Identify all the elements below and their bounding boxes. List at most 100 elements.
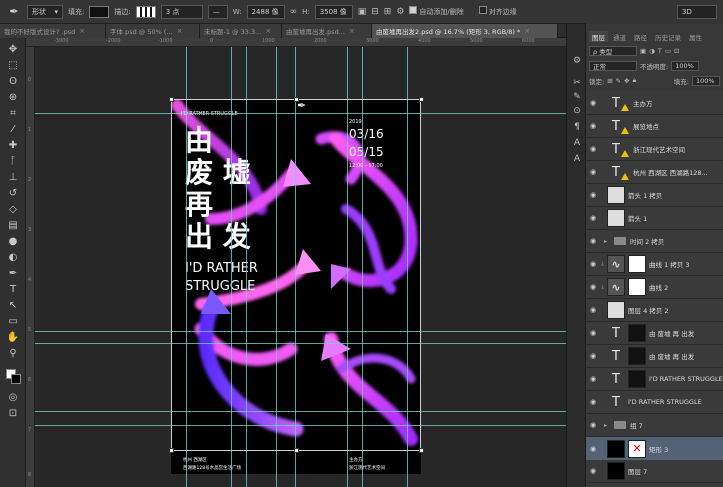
close-icon[interactable]: ×: [524, 27, 530, 35]
shape-tool-icon[interactable]: ▭: [5, 314, 21, 328]
move-tool-icon[interactable]: ✥: [5, 42, 21, 56]
visibility-eye-icon[interactable]: ◉: [586, 237, 600, 245]
stroke-style-dropdown[interactable]: —: [207, 4, 228, 19]
layer-row[interactable]: ◉ T 杭州 西湖区 西湖路128...: [586, 161, 723, 184]
canvas-area[interactable]: I'D RATHER STRUGGLE 由 废 墟 再 出 发 I'D RATH…: [35, 47, 566, 487]
width-field[interactable]: 2488 像: [246, 4, 285, 19]
quick-mask-icon[interactable]: ◎: [5, 390, 21, 404]
visibility-eye-icon[interactable]: ◉: [586, 168, 600, 176]
pen-tool-icon[interactable]: ✒: [5, 266, 21, 280]
layer-row[interactable]: ◉ ▸ 组 7: [586, 414, 723, 437]
close-icon[interactable]: ×: [177, 27, 183, 35]
fill-swatch[interactable]: [89, 5, 110, 18]
close-icon[interactable]: ×: [79, 27, 85, 35]
lock-move-icon[interactable]: ✥: [624, 77, 629, 85]
link-icon[interactable]: ∞: [290, 7, 298, 17]
blur-tool-icon[interactable]: ●: [5, 234, 21, 248]
brush-panel-icon[interactable]: ✎: [570, 90, 584, 104]
path-operations-icon[interactable]: ▣: [358, 7, 367, 17]
path-alignment-icon[interactable]: ⊟: [371, 7, 379, 17]
visibility-eye-icon[interactable]: ◉: [586, 191, 600, 199]
healing-tool-icon[interactable]: ✚: [5, 138, 21, 152]
anchor-handle[interactable]: [169, 448, 174, 453]
layer-mask-thumb[interactable]: [628, 347, 646, 365]
visibility-eye-icon[interactable]: ◉: [586, 421, 600, 429]
properties-panel-icon[interactable]: ⚙: [570, 54, 584, 68]
zoom-tool-icon[interactable]: ⚲: [5, 346, 21, 360]
workspace-dropdown[interactable]: 3D: [677, 5, 717, 19]
gear-icon[interactable]: ⚙: [396, 7, 404, 17]
align-edges-checkbox[interactable]: 对齐边缘: [478, 6, 517, 17]
fill-field[interactable]: 100%: [692, 75, 720, 86]
stamp-tool-icon[interactable]: ⊥: [5, 170, 21, 184]
tool-mode-dropdown[interactable]: 形状 ▾: [27, 4, 63, 19]
anchor-handle[interactable]: [419, 448, 424, 453]
tab-layers[interactable]: 图层: [589, 31, 608, 42]
layer-row[interactable]: ◉ T 展览地点: [586, 115, 723, 138]
visibility-eye-icon[interactable]: ◉: [586, 329, 600, 337]
glyph-icon[interactable]: A: [570, 152, 584, 166]
tab-3[interactable]: 由废墟再出发.psd... ×: [282, 24, 372, 38]
visibility-eye-icon[interactable]: ◉: [586, 260, 600, 268]
anchor-handle[interactable]: [419, 97, 424, 102]
pen-tool-icon[interactable]: ✒: [6, 4, 22, 20]
visibility-eye-icon[interactable]: ◉: [586, 467, 600, 475]
opacity-field[interactable]: 100%: [671, 60, 700, 71]
gradient-tool-icon[interactable]: ▤: [5, 218, 21, 232]
layer-row[interactable]: ◉ 图层 4 拷贝 2: [586, 299, 723, 322]
tab-channels[interactable]: 通道: [610, 31, 629, 42]
brush-tool-icon[interactable]: ᚪ: [5, 154, 21, 168]
layer-row[interactable]: ◉ 箭头 1: [586, 207, 723, 230]
tab-paths[interactable]: 路径: [631, 31, 650, 42]
hand-tool-icon[interactable]: ✋: [5, 330, 21, 344]
shape-path-outline[interactable]: [171, 99, 421, 451]
stroke-width-field[interactable]: 3 点: [160, 4, 203, 19]
close-icon[interactable]: ×: [349, 27, 355, 35]
visibility-eye-icon[interactable]: ◉: [586, 214, 600, 222]
layer-mask-thumb[interactable]: [628, 370, 646, 388]
layer-row[interactable]: ◉ ↓ ∿ 曲线 1 拷贝 3: [586, 253, 723, 276]
layer-row[interactable]: ◉ 箭头 1 拷贝: [586, 184, 723, 207]
tab-history[interactable]: 历史记录: [652, 31, 684, 42]
visibility-eye-icon[interactable]: ◉: [586, 375, 600, 383]
anchor-handle[interactable]: [169, 97, 174, 102]
lasso-tool-icon[interactable]: ʘ: [5, 74, 21, 88]
anchor-handle[interactable]: [294, 448, 299, 453]
visibility-eye-icon[interactable]: ◉: [586, 445, 600, 453]
stroke-swatch[interactable]: [135, 5, 156, 18]
tab-2[interactable]: 未标题-1 @ 33.3... ×: [200, 24, 282, 38]
layer-mask-thumb[interactable]: [628, 255, 646, 273]
visibility-eye-icon[interactable]: ◉: [586, 99, 600, 107]
tab-0[interactable]: 我的不好版式设计? .psd ×: [0, 24, 106, 38]
lock-paint-icon[interactable]: ✎: [616, 77, 621, 85]
expand-arrow-icon[interactable]: ▸: [604, 238, 614, 245]
expand-arrow-icon[interactable]: ▸: [604, 422, 614, 429]
screen-mode-icon[interactable]: ⊡: [5, 406, 21, 420]
layer-filter-dropdown[interactable]: ρ 类型: [589, 45, 637, 56]
background-color[interactable]: [11, 374, 21, 384]
close-icon[interactable]: ×: [265, 27, 271, 35]
filter-type-icon[interactable]: T: [658, 47, 662, 55]
vector-mask-disabled-icon[interactable]: ✕: [628, 439, 646, 458]
clone-source-icon[interactable]: ⊙: [570, 104, 584, 118]
character-icon[interactable]: A: [570, 136, 584, 150]
visibility-eye-icon[interactable]: ◉: [586, 283, 600, 291]
dodge-tool-icon[interactable]: ◐: [5, 250, 21, 264]
tab-properties[interactable]: 属性: [686, 31, 705, 42]
filter-smart-icon[interactable]: ⊡: [674, 47, 679, 55]
filter-adjust-icon[interactable]: ◑: [649, 47, 655, 55]
quick-select-tool-icon[interactable]: ⊛: [5, 90, 21, 104]
visibility-eye-icon[interactable]: ◉: [586, 352, 600, 360]
layer-row[interactable]: ◉ 图层 7: [586, 460, 723, 483]
layer-row[interactable]: ◉ ▸ 时间 2 拷贝: [586, 230, 723, 253]
tab-1[interactable]: 字体.psd @ 50% (... ×: [106, 24, 200, 38]
layer-row[interactable]: ◉ T I'D RATHER STRUGGLE: [586, 368, 723, 391]
eraser-tool-icon[interactable]: ◇: [5, 202, 21, 216]
visibility-eye-icon[interactable]: ◉: [586, 145, 600, 153]
tab-4[interactable]: 由废墟再出发2.psd @ 16.7% (矩形 3, RGB/8) * ×: [372, 24, 558, 38]
layer-row[interactable]: ◉ T 主办方: [586, 92, 723, 115]
layer-row[interactable]: ◉ ✕ 矩形 3: [586, 437, 723, 460]
layer-mask-thumb[interactable]: [628, 324, 646, 342]
layer-row[interactable]: ◉ T 由 废墟 再 出发: [586, 322, 723, 345]
layer-mask-thumb[interactable]: [628, 278, 646, 296]
